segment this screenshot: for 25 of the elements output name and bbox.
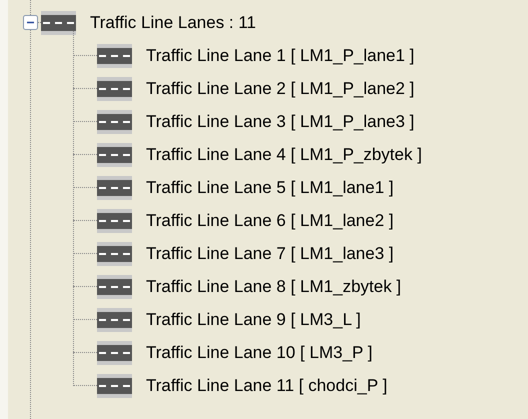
tree-item[interactable]: Traffic Line Lane 5 [ LM1_lane1 ] — [146, 178, 394, 198]
tree-item[interactable]: Traffic Line Lane 3 [ LM1_P_lane3 ] — [146, 112, 414, 132]
road-lane-icon — [97, 176, 132, 200]
road-lane-icon — [41, 10, 76, 34]
tree-item[interactable]: Traffic Line Lane 7 [ LM1_lane3 ] — [146, 244, 394, 264]
tree-item[interactable]: Traffic Line Lane 9 [ LM3_L ] — [146, 310, 361, 330]
road-lane-icon — [97, 274, 132, 298]
road-lane-icon — [97, 308, 132, 332]
road-lane-icon — [97, 340, 132, 364]
tree-item[interactable]: Traffic Line Lane 4 [ LM1_P_zbytek ] — [146, 144, 422, 164]
road-lane-icon — [97, 76, 132, 100]
tree-item[interactable]: Traffic Line Lane 1 [ LM1_P_lane1 ] — [146, 46, 414, 66]
road-lane-icon — [97, 208, 132, 232]
tree-item[interactable]: Traffic Line Lane 6 [ LM1_lane2 ] — [146, 210, 394, 230]
tree-item[interactable]: Traffic Line Lanes : 11 — [90, 12, 256, 32]
collapse-icon[interactable] — [23, 15, 38, 30]
road-lane-icon — [97, 44, 132, 68]
road-lane-icon — [97, 142, 132, 166]
road-lane-icon — [97, 110, 132, 134]
tree-item[interactable]: Traffic Line Lane 2 [ LM1_P_lane2 ] — [146, 78, 414, 98]
tree-item[interactable]: Traffic Line Lane 11 [ chodci_P ] — [146, 376, 388, 396]
tree-item[interactable]: Traffic Line Lane 8 [ LM1_zbytek ] — [146, 276, 402, 296]
road-lane-icon — [97, 242, 132, 266]
road-lane-icon — [97, 374, 132, 398]
tree-item[interactable]: Traffic Line Lane 10 [ LM3_P ] — [146, 342, 372, 362]
